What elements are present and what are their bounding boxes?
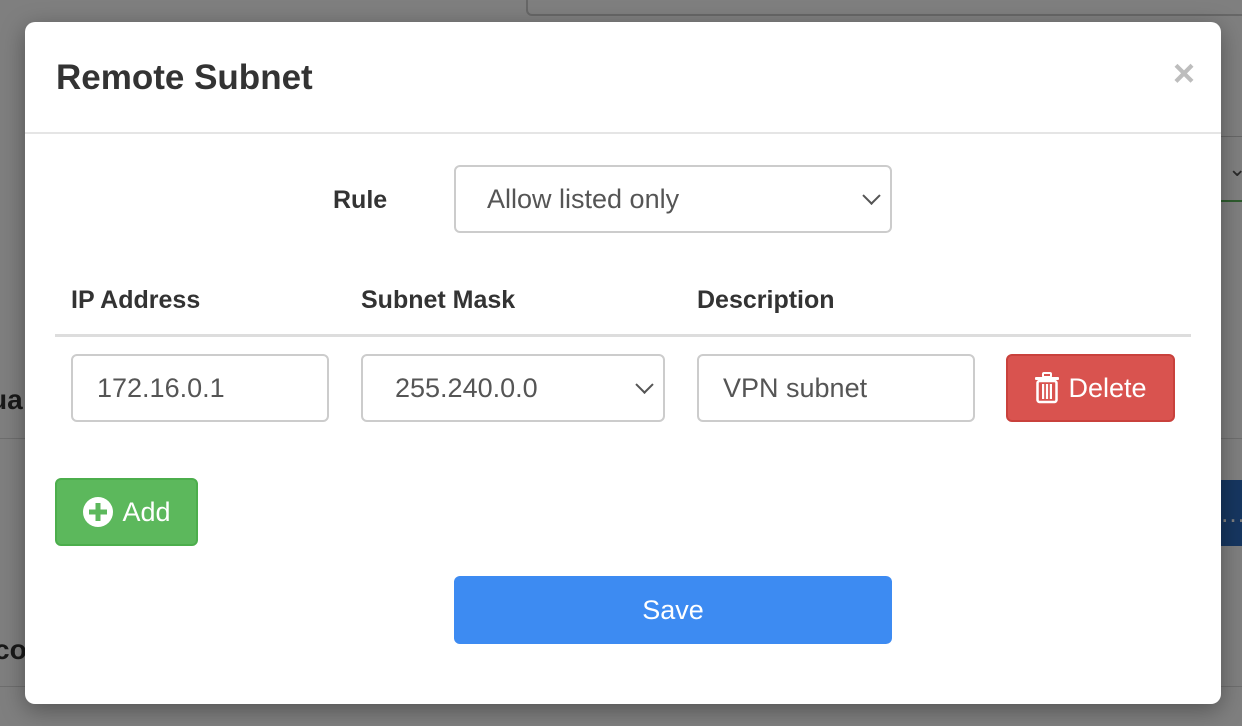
column-header-ip-address: IP Address <box>71 286 201 314</box>
plus-circle-icon <box>82 496 114 528</box>
chevron-down-icon <box>635 375 654 394</box>
modal-header: Remote Subnet × <box>25 22 1221 134</box>
ip-address-input[interactable]: 172.16.0.1 <box>71 354 329 422</box>
subnet-mask-select[interactable]: 255.240.0.0 <box>361 354 665 422</box>
rule-select[interactable]: Allow listed only <box>454 165 892 233</box>
add-button-label: Add <box>122 496 171 527</box>
description-input[interactable]: VPN subnet <box>697 354 975 422</box>
column-header-subnet-mask: Subnet Mask <box>361 286 516 314</box>
save-button[interactable]: Save <box>454 576 892 644</box>
delete-button-label: Delete <box>1068 372 1147 403</box>
delete-button[interactable]: Delete <box>1006 354 1175 422</box>
modal-title: Remote Subnet <box>56 58 313 97</box>
rule-label: Rule <box>333 186 388 214</box>
subnet-mask-value: 255.240.0.0 <box>395 372 538 403</box>
save-button-label: Save <box>642 594 704 625</box>
trash-icon <box>1034 372 1060 404</box>
close-icon[interactable]: × <box>1169 55 1199 93</box>
ip-address-value: 172.16.0.1 <box>97 372 225 403</box>
description-value: VPN subnet <box>723 372 868 403</box>
remote-subnet-modal: Remote Subnet × Rule Allow listed only I… <box>25 22 1221 704</box>
column-header-description: Description <box>697 286 835 314</box>
table-header-divider <box>55 334 1191 337</box>
add-button[interactable]: Add <box>55 478 198 546</box>
chevron-down-icon <box>862 186 881 205</box>
rule-select-value: Allow listed only <box>487 183 680 214</box>
